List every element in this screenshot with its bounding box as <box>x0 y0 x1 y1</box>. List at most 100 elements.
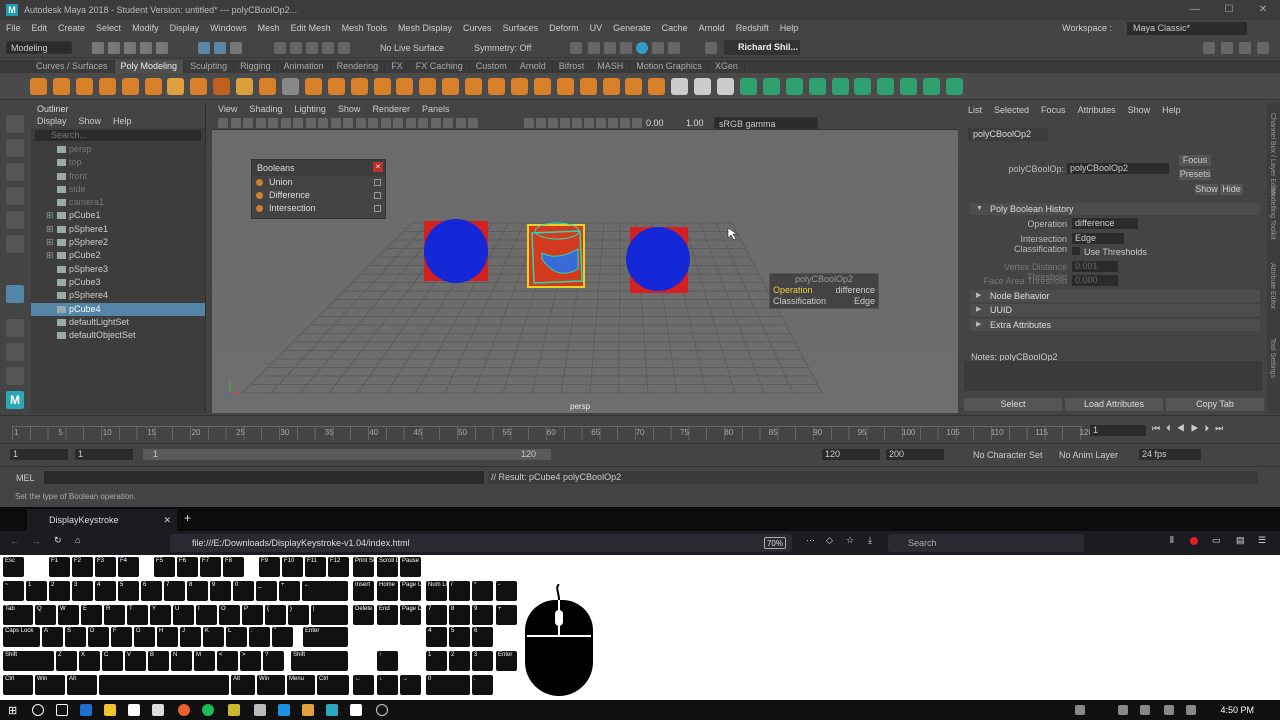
menu-windows[interactable]: Windows <box>210 23 247 33</box>
outliner-search-input[interactable]: Search... <box>35 130 201 141</box>
side-tab[interactable]: Attribute Editor <box>1269 263 1276 309</box>
render-icon[interactable] <box>588 42 600 54</box>
viewport-tool-27-icon[interactable] <box>584 118 594 128</box>
viewport-tool-31-icon[interactable] <box>632 118 642 128</box>
shelf-tool-40-icon[interactable] <box>923 78 941 95</box>
shelf-tool-10-icon[interactable] <box>236 78 254 95</box>
end-time-field[interactable]: 200 <box>886 449 944 460</box>
menu-redshift[interactable]: Redshift <box>736 23 769 33</box>
reader-icon[interactable]: ▤ <box>1236 535 1245 546</box>
user-account[interactable]: Richard Shil... <box>724 40 800 55</box>
shelf-tool-14-icon[interactable] <box>327 78 345 95</box>
firefox-icon[interactable] <box>178 704 190 716</box>
option-box-icon[interactable] <box>374 205 381 212</box>
focus-button[interactable]: Focus <box>1179 155 1211 166</box>
snap-surface-icon[interactable] <box>338 42 350 54</box>
pocket-icon[interactable]: ◇ <box>826 535 833 546</box>
mel-input[interactable] <box>44 471 484 484</box>
outliner-item[interactable]: pCube3 <box>31 276 205 289</box>
outliner-item[interactable]: camera1 <box>31 196 205 209</box>
fat-field[interactable]: 0.000 <box>1072 275 1118 286</box>
menu-file[interactable]: File <box>6 23 21 33</box>
option-box-icon[interactable] <box>374 192 381 199</box>
side-tab[interactable]: Tool Settings <box>1269 338 1276 378</box>
shelf-tool-27-icon[interactable] <box>625 78 643 95</box>
shelf-tab-mash[interactable]: MASH <box>591 60 631 73</box>
menu-help[interactable]: Help <box>780 23 799 33</box>
hide-button[interactable]: Hide <box>1220 184 1243 195</box>
menu-select[interactable]: Select <box>96 23 121 33</box>
maximize-icon[interactable]: ☐ <box>1212 0 1246 20</box>
shelf-tab-custom[interactable]: Custom <box>470 60 514 73</box>
last-tool-icon[interactable] <box>6 285 24 303</box>
boolean-difference-item[interactable]: Difference <box>252 189 385 202</box>
outliner-item[interactable]: defaultObjectSet <box>31 329 205 342</box>
menu-icon[interactable]: ☰ <box>1258 535 1266 546</box>
bookmark-star-icon[interactable]: ☆ <box>846 535 854 546</box>
maya-m-icon[interactable]: M <box>6 391 24 409</box>
minimize-icon[interactable]: — <box>1178 0 1212 20</box>
back-icon[interactable]: ← <box>10 536 19 546</box>
shelf-tool-3-icon[interactable] <box>75 78 93 95</box>
browser-tab[interactable]: DisplayKeystroke ✕ <box>27 509 177 531</box>
shelf-tool-20-icon[interactable] <box>465 78 483 95</box>
mel-label[interactable]: MEL <box>16 473 35 483</box>
downloads-icon[interactable]: ⤓ <box>868 535 872 546</box>
shelf-tool-22-icon[interactable] <box>510 78 528 95</box>
shelf-tool-21-icon[interactable] <box>488 78 505 95</box>
outliner-item[interactable]: top <box>31 156 205 169</box>
ipr-render-icon[interactable] <box>604 42 616 54</box>
hud-classification-value[interactable]: Edge <box>854 296 875 307</box>
workspace-selector[interactable]: Workspace : Maya Classic* <box>1062 20 1258 36</box>
tray-icon[interactable] <box>1075 705 1085 715</box>
poly-boolean-history-section[interactable]: Poly Boolean History <box>970 203 1260 215</box>
copy-tab-button[interactable]: Copy Tab <box>1166 398 1264 411</box>
attr-menu-focus[interactable]: Focus <box>1041 103 1066 118</box>
tool-settings-toggle-icon[interactable] <box>1239 42 1251 54</box>
playback-controls[interactable]: ⏮⏴◀▶⏵⏭ <box>1152 423 1229 434</box>
show-button[interactable]: Show <box>1195 184 1218 195</box>
outliner-item[interactable]: ⊞ pCube1 <box>31 209 205 222</box>
menu-cache[interactable]: Cache <box>662 23 688 33</box>
outliner-item[interactable]: pSphere4 <box>31 289 205 302</box>
open-scene-icon[interactable] <box>108 42 120 54</box>
shelf-tool-23-icon[interactable] <box>533 78 551 95</box>
side-tab[interactable]: Channel Box / Layer Editor <box>1269 113 1276 197</box>
shelf-tool-33-icon[interactable] <box>762 78 780 95</box>
shelf-tool-12-icon[interactable] <box>281 78 299 95</box>
select-by-object-icon[interactable] <box>214 42 226 54</box>
shelf-tool-8-icon[interactable] <box>190 78 208 95</box>
viewport-tool-3-icon[interactable] <box>243 118 253 128</box>
live-surface-label[interactable]: No Live Surface <box>380 43 444 53</box>
outliner-menu-show[interactable]: Show <box>79 116 102 126</box>
outliner-item[interactable]: ⊞ pCube2 <box>31 249 205 262</box>
viewport-tool-6-icon[interactable] <box>280 118 291 128</box>
shelf-tool-7-icon[interactable] <box>167 78 185 95</box>
notes-field[interactable] <box>964 361 1262 391</box>
menu-mesh-display[interactable]: Mesh Display <box>398 23 452 33</box>
shelf-tool-30-icon[interactable] <box>694 78 712 95</box>
menu-create[interactable]: Create <box>58 23 85 33</box>
viewport-tool-2-icon[interactable] <box>230 118 241 128</box>
snap-point-icon[interactable] <box>306 42 318 54</box>
menu-modify[interactable]: Modify <box>132 23 159 33</box>
mail-icon[interactable] <box>152 704 164 716</box>
symmetry-label[interactable]: Symmetry: Off <box>474 43 531 53</box>
outliner-item[interactable]: pSphere3 <box>31 263 205 276</box>
outliner-item[interactable]: persp <box>31 143 205 156</box>
page-actions-icon[interactable]: ··· <box>806 535 815 545</box>
redshift-icon[interactable] <box>705 42 717 54</box>
viewport-tool-21-icon[interactable] <box>468 118 478 128</box>
shelf-tool-11-icon[interactable] <box>259 78 276 95</box>
shelf-tool-25-icon[interactable] <box>579 78 597 95</box>
time-slider[interactable]: 1 5 10 15 20 25 30 35 40 45 50 55 60 65 70 75 80 85 90 95 10… <box>0 415 1280 441</box>
shelf-tool-2-icon[interactable] <box>52 78 70 95</box>
shelf-tool-4-icon[interactable] <box>98 78 116 95</box>
history-icon[interactable] <box>570 42 582 54</box>
gamma-value[interactable]: 1.00 <box>686 118 704 128</box>
menu-curves[interactable]: Curves <box>463 23 492 33</box>
new-tab-icon[interactable]: + <box>184 511 191 525</box>
expand-icon[interactable]: ⊞ <box>46 249 54 262</box>
attribute-editor-toggle-icon[interactable] <box>1221 42 1233 54</box>
menu-mesh[interactable]: Mesh <box>258 23 280 33</box>
